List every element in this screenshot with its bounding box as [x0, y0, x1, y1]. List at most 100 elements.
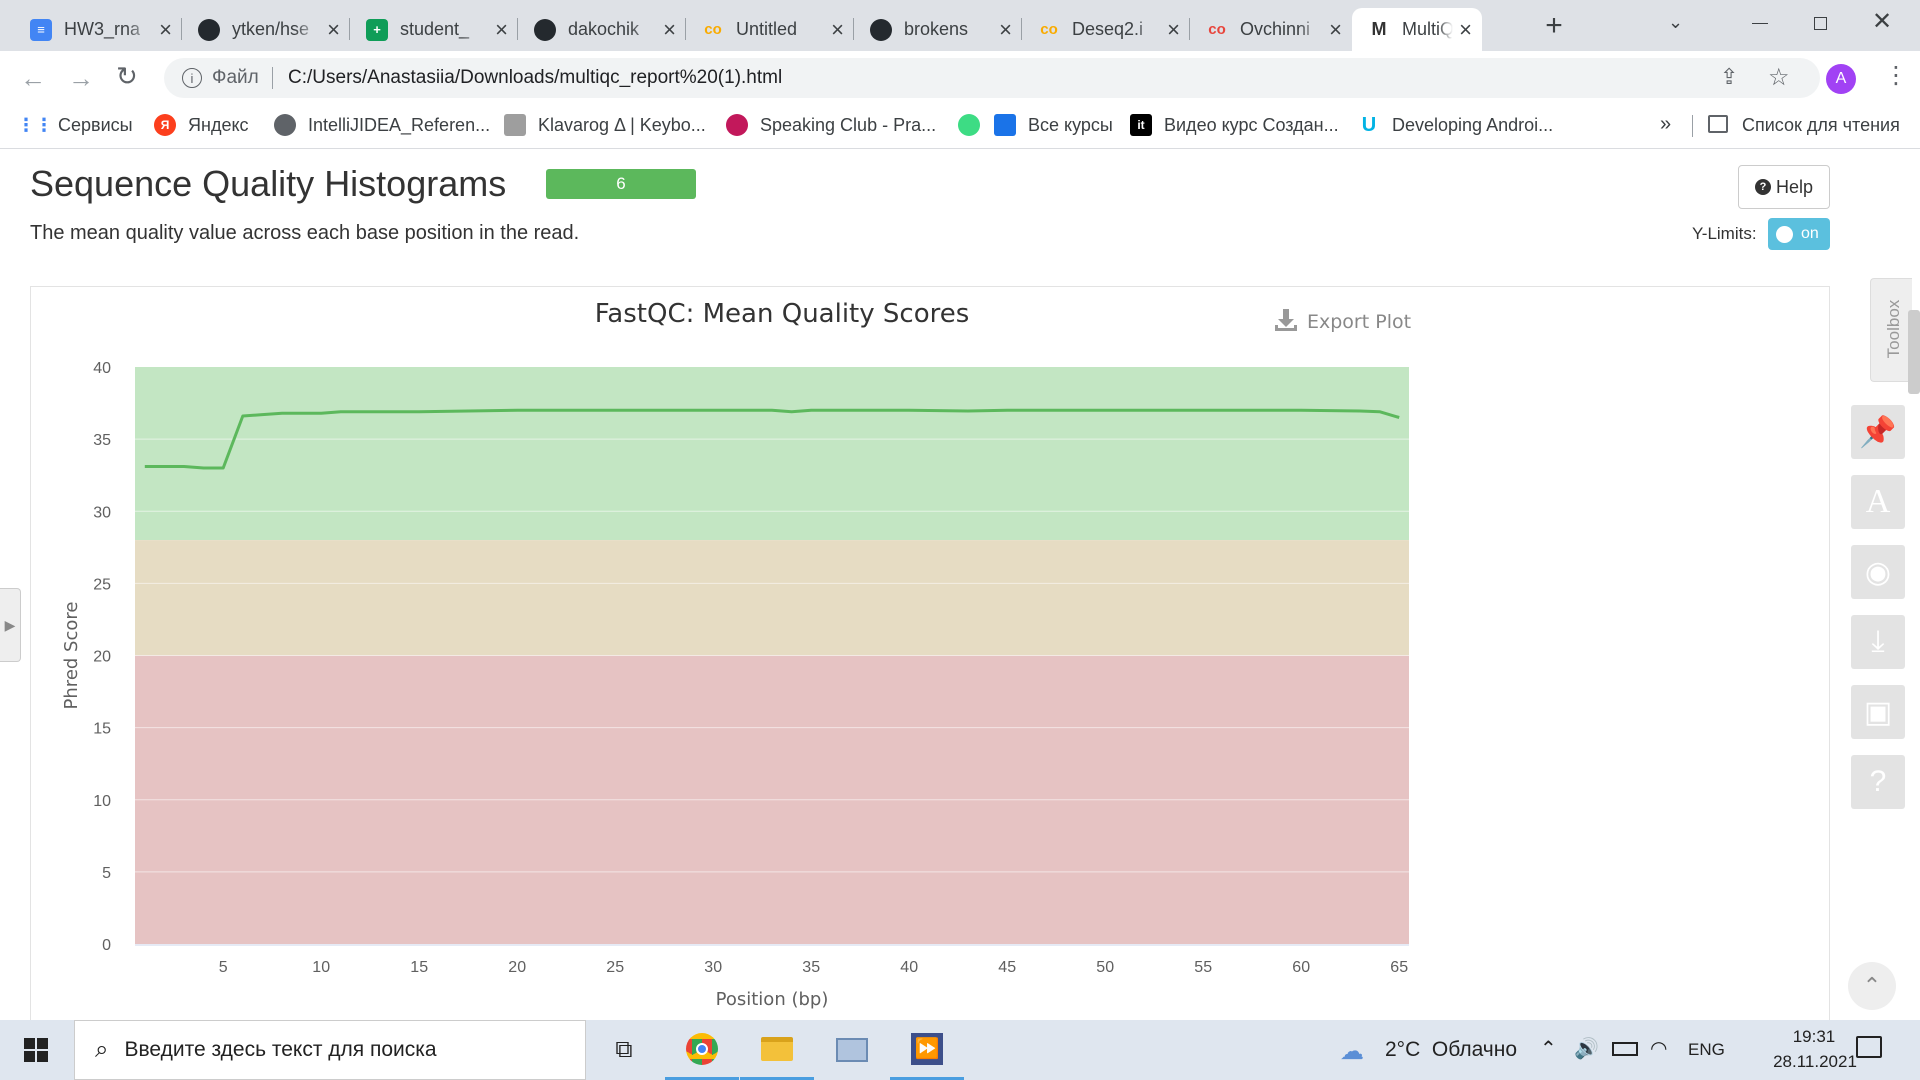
bookmark-item[interactable]: Я Яндекс	[154, 114, 249, 136]
github-icon	[534, 18, 556, 41]
tab-7[interactable]: co Deseq2.i ×	[1022, 8, 1190, 51]
tab-close-icon[interactable]: ×	[1329, 17, 1342, 43]
bookmark-star-icon[interactable]: ☆	[1768, 63, 1790, 92]
tab-strip: ≡ HW3_rna × ytken/hse × + student_ × dakochik × co…	[0, 0, 1920, 51]
reading-list-label[interactable]: Список для чтения	[1742, 115, 1900, 136]
tab-close-icon[interactable]: ×	[327, 17, 340, 43]
tab-3[interactable]: + student_ ×	[350, 8, 518, 51]
toolbox-scroll-handle[interactable]	[1908, 310, 1920, 394]
media-app-icon[interactable]: ⏩	[890, 1020, 964, 1080]
y-tick-label: 15	[93, 721, 111, 738]
reading-list-icon[interactable]	[1708, 115, 1728, 133]
tab-5[interactable]: co Untitled ×	[686, 8, 854, 51]
help-label: Help	[1775, 176, 1814, 197]
export-plot-label: Export Plot	[1307, 311, 1411, 333]
help-question-icon[interactable]: ?	[1851, 755, 1905, 809]
tab-title: dakochik	[568, 19, 640, 39]
forward-button[interactable]: →	[68, 63, 94, 94]
task-view-icon[interactable]: ⧉	[596, 1020, 652, 1080]
bookmark-item[interactable]: U Developing Androi...	[1358, 114, 1553, 136]
ylimits-toggle[interactable]: on	[1768, 218, 1830, 250]
tray-chevron-icon[interactable]: ⌃	[1540, 1036, 1557, 1061]
colab-icon: co	[1208, 21, 1226, 38]
tab-close-icon[interactable]: ×	[663, 17, 676, 43]
clock-time[interactable]: 19:31	[1764, 1027, 1864, 1047]
tab-9[interactable]: M MultiQC×	[1352, 8, 1482, 51]
question-circle-icon: ?	[1754, 179, 1771, 195]
tab-8[interactable]: co Ovchinni ×	[1190, 8, 1352, 51]
menu-kebab-icon[interactable]: ⋮	[1884, 61, 1908, 90]
tab-title: MultiQC	[1402, 19, 1454, 39]
tab-1[interactable]: ≡ HW3_rna ×	[14, 8, 182, 51]
scroll-to-top-button[interactable]: ⌃	[1848, 962, 1896, 1010]
bookmark-item[interactable]: Klavarog Δ | Keybo...	[504, 114, 706, 136]
tab-6[interactable]: brokens ×	[854, 8, 1022, 51]
battery-icon[interactable]	[1612, 1042, 1638, 1056]
hide-eye-icon[interactable]: ◉	[1851, 545, 1905, 599]
klavarog-icon	[504, 114, 526, 136]
tab-close-icon[interactable]: ×	[495, 17, 508, 43]
profile-avatar[interactable]: A	[1826, 64, 1856, 94]
tab-4[interactable]: dakochik ×	[518, 8, 686, 51]
toolbox-tab[interactable]: Toolbox	[1870, 278, 1912, 382]
tab-close-icon[interactable]: ×	[831, 17, 844, 43]
info-icon[interactable]: i	[182, 68, 202, 88]
bookmark-item[interactable]: Все курсы	[994, 114, 1113, 136]
yandex-icon: Я	[154, 114, 176, 136]
close-window-button[interactable]: ✕	[1862, 6, 1902, 36]
bookmark-item[interactable]: it Видео курс Создан...	[1130, 114, 1339, 136]
tab-search-icon[interactable]: ⌄	[1668, 12, 1683, 33]
rename-font-icon[interactable]: A	[1851, 475, 1905, 529]
tab-close-icon[interactable]: ×	[999, 17, 1012, 43]
export-download-icon[interactable]: ⤓	[1851, 615, 1905, 669]
bookmark-item[interactable]: IntelliJIDEA_Referen...	[274, 114, 490, 136]
new-tab-button[interactable]: +	[1536, 8, 1572, 44]
tab-close-icon[interactable]: ×	[1167, 17, 1180, 43]
ylimits-label: Y-Limits:	[1692, 224, 1757, 243]
minimize-button[interactable]	[1740, 8, 1780, 38]
highlight-pin-icon[interactable]: 📌	[1851, 405, 1905, 459]
weather-text[interactable]: 2°C Облачно	[1385, 1038, 1517, 1062]
volume-icon[interactable]: 🔊	[1574, 1036, 1599, 1061]
github-icon	[870, 18, 892, 41]
mean-quality-chart[interactable]: 0 5 10 15 20 25 30 35 40 5 10 15 20 25 30 35 40 45 50 55 60 6…	[31, 287, 1831, 1020]
tab-title: Deseq2.i	[1072, 19, 1144, 39]
x-tick-label: 35	[802, 959, 820, 976]
weather-cloud-icon: ☁	[1340, 1038, 1364, 1065]
x-tick-label: 40	[900, 959, 918, 976]
sidebar-expand-handle[interactable]: ▶	[0, 588, 21, 662]
address-bar[interactable]: i Файл C:/Users/Anastasiia/Downloads/mul…	[164, 58, 1820, 98]
chrome-taskbar-icon[interactable]	[665, 1020, 739, 1080]
file-explorer-icon[interactable]	[740, 1020, 814, 1080]
notifications-icon[interactable]	[1856, 1036, 1882, 1058]
monitor-app-icon[interactable]	[815, 1020, 889, 1080]
download-icon	[1275, 309, 1297, 331]
bookmark-item[interactable]: Speaking Club - Pra...	[726, 114, 936, 136]
language-indicator[interactable]: ENG	[1688, 1040, 1725, 1060]
tab-close-icon[interactable]: ×	[1459, 17, 1472, 43]
status-badge[interactable]: 6	[546, 169, 696, 199]
tab-2[interactable]: ytken/hse ×	[182, 8, 350, 51]
taskbar-search-box[interactable]: ⌕ Введите здесь текст для поиска	[74, 1020, 586, 1080]
share-icon[interactable]: ⇪	[1720, 64, 1738, 90]
save-floppy-icon[interactable]: ▣	[1851, 685, 1905, 739]
y-tick-label: 20	[93, 649, 111, 666]
github-icon	[198, 18, 220, 41]
google-sheets-icon: +	[366, 18, 388, 41]
export-plot-button[interactable]: Export Plot	[1275, 309, 1411, 333]
bookmark-item[interactable]: ⋮⋮ Сервисы	[17, 114, 133, 136]
tab-close-icon[interactable]: ×	[159, 17, 172, 43]
back-button[interactable]: ←	[20, 63, 46, 94]
bookmark-item[interactable]	[958, 114, 992, 136]
bookmarks-more-button[interactable]: »	[1660, 113, 1671, 136]
tab-title: HW3_rna	[64, 19, 141, 39]
restore-button[interactable]	[1800, 8, 1840, 38]
help-button[interactable]: ? Help	[1738, 165, 1830, 209]
bookmarks-divider	[1692, 115, 1693, 137]
windows-start-icon[interactable]	[0, 1020, 72, 1080]
wifi-icon[interactable]: ◠	[1650, 1036, 1667, 1061]
reload-button[interactable]: ↻	[116, 61, 138, 92]
address-url[interactable]: C:/Users/Anastasiia/Downloads/multiqc_re…	[288, 67, 782, 89]
search-icon: ⌕	[95, 1036, 109, 1063]
address-scheme-label: Файл	[212, 67, 259, 88]
